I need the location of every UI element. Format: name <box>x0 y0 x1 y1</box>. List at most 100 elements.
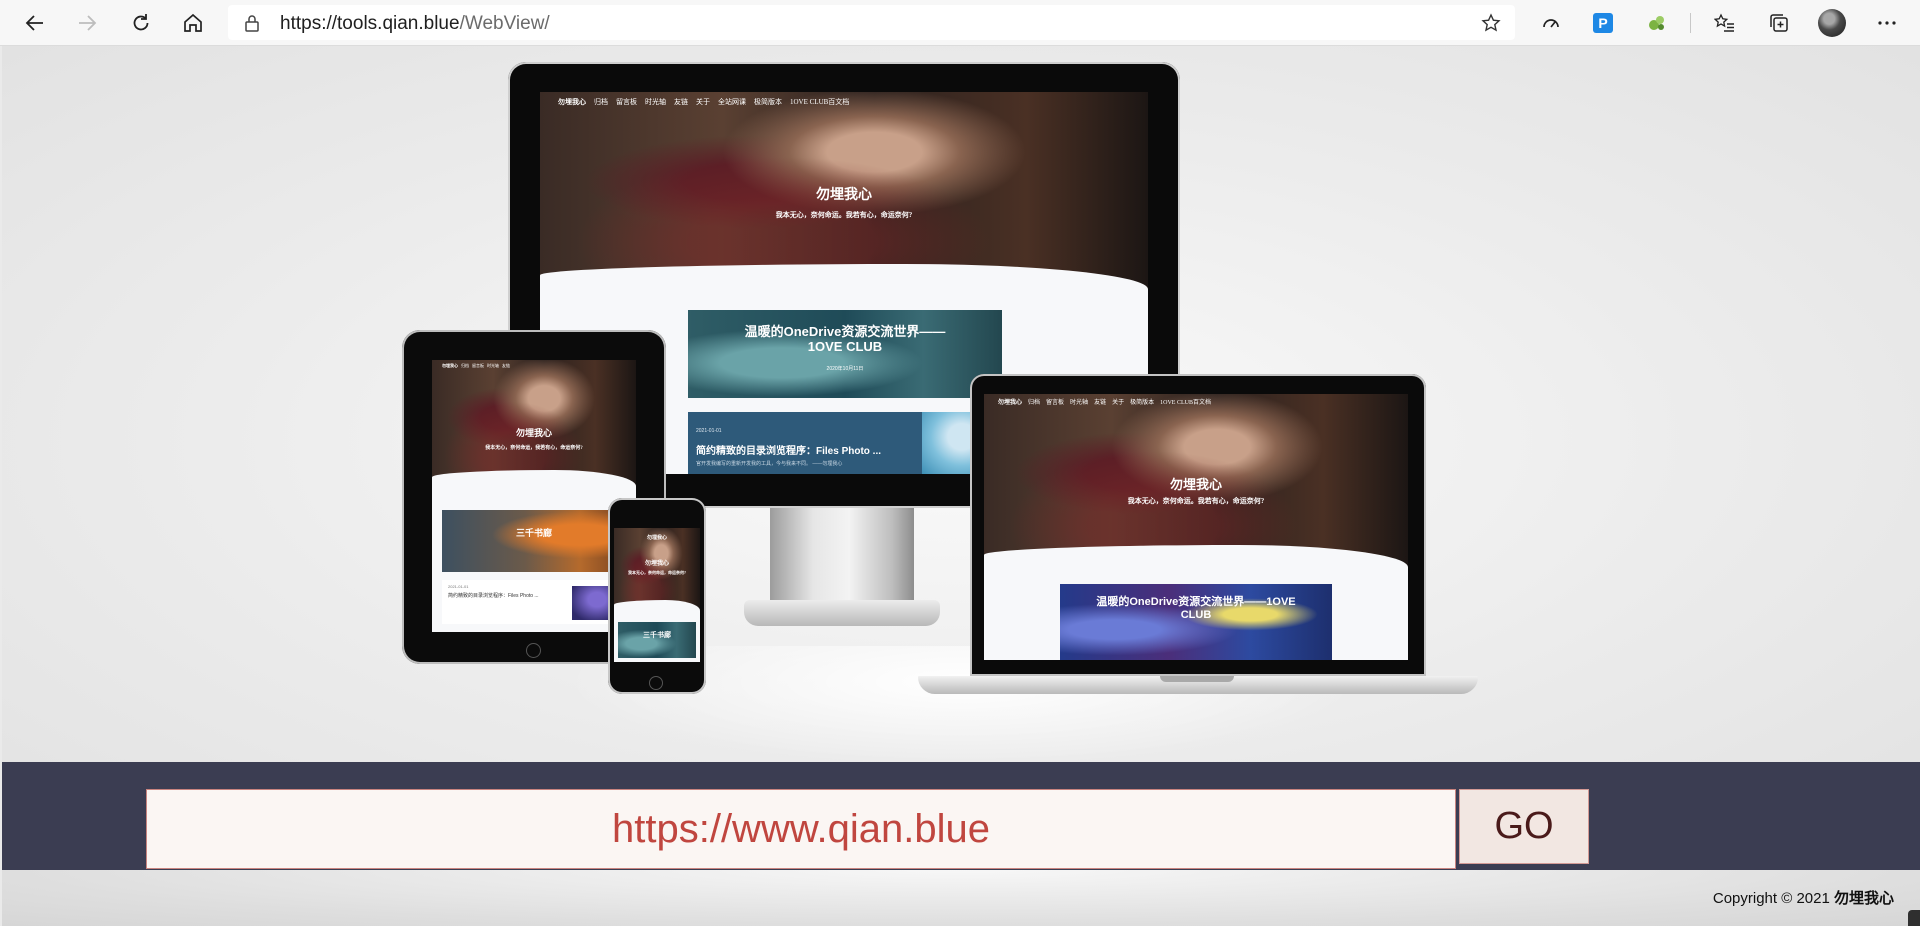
macbook-featured-title: 温暖的OneDrive资源交流世界——1OVE CLUB <box>1096 596 1296 621</box>
lock-icon <box>245 15 259 32</box>
ipad-post-card[interactable]: 2021-01-01 简约精致的目录浏览程序：Files Photo ... <box>442 580 626 624</box>
macbook-site-nav: 勿埋我心 归档 留言板 时光轴 友链 关于 极简版本 1OVE CLUB百文档 <box>984 394 1408 408</box>
favorites-button[interactable] <box>1708 6 1742 40</box>
favorite-star-icon[interactable] <box>1481 13 1501 33</box>
macbook-nav-docs[interactable]: 1OVE CLUB百文档 <box>1160 397 1211 406</box>
more-menu-button[interactable] <box>1870 6 1904 40</box>
iphone-hero: 勿埋我心 勿埋我心 我本无心，奈何命运，命运奈何? <box>614 528 700 612</box>
post-date: 2021-01-01 <box>696 428 722 434</box>
macbook-featured-card[interactable]: 温暖的OneDrive资源交流世界——1OVE CLUB <box>1060 584 1332 660</box>
imac-site-nav: 勿埋我心 归档 留言板 时光轴 友链 关于 全站网课 极简版本 1OVE CLU… <box>540 92 1148 112</box>
ipad-nav-timeline[interactable]: 时光轴 <box>487 363 499 369</box>
hero-wave <box>540 264 1148 292</box>
ipad-site-nav: 勿埋我心 归档 留言板 时光轴 友链 <box>432 360 636 372</box>
macbook-nav-archive[interactable]: 归档 <box>1028 397 1040 406</box>
corner-tab[interactable] <box>1908 910 1920 926</box>
macbook-hero-title: 勿埋我心 <box>1169 477 1222 492</box>
gauge-icon <box>1543 19 1559 28</box>
macbook-nav-timeline[interactable]: 时光轴 <box>1070 397 1088 406</box>
ipad-hero-wave <box>432 470 636 488</box>
post-title: 简约精致的目录浏览程序：Files Photo ... <box>696 446 882 457</box>
collections-button[interactable] <box>1762 6 1796 40</box>
nav-item-about[interactable]: 关于 <box>696 97 710 107</box>
refresh-button[interactable] <box>124 6 158 40</box>
extension-puzzle-button[interactable] <box>1640 6 1674 40</box>
ipad-hero: 勿埋我心 归档 留言板 时光轴 友链 勿埋我心 我本无心，奈何命运，我若有心，命… <box>432 360 636 488</box>
imac-featured-card[interactable]: 温暖的OneDrive资源交流世界——1OVE CLUB 2020年10月11日 <box>688 310 1002 398</box>
ipad-home-button <box>526 643 541 658</box>
url-host: https://tools.qian.blue <box>280 13 460 34</box>
extension-leaf-icon <box>1649 16 1664 30</box>
home-button[interactable] <box>176 6 210 40</box>
nav-item-lite[interactable]: 极简版本 <box>754 97 782 107</box>
iphone-hero-title: 勿埋我心 <box>644 561 669 567</box>
collections-icon <box>1770 14 1788 32</box>
page-footer: Copyright © 2021 勿埋我心 <box>2 870 1920 926</box>
ipad-nav-links[interactable]: 友链 <box>502 363 510 369</box>
ipad-post-date: 2021-01-01 <box>448 584 469 589</box>
iphone-banner-title: 三千书廊 <box>643 632 671 639</box>
back-arrow-icon <box>25 15 43 31</box>
ipad-post-title: 简约精致的目录浏览程序：Files Photo ... <box>448 593 539 599</box>
ipad-nav-guestbook[interactable]: 留言板 <box>472 363 484 369</box>
featured-card-meta: 2020年10月11日 <box>826 366 864 372</box>
macbook-hero-wave <box>984 545 1408 570</box>
post-excerpt: 官开发我编写的重新开发我的工具，今与我来不同。 ——勿埋我心 <box>696 461 843 467</box>
forward-button[interactable] <box>70 6 104 40</box>
iphone-nav-brand: 勿埋我心 <box>646 536 667 541</box>
imac-foot <box>744 600 940 626</box>
macbook-hero: 勿埋我心 归档 留言板 时光轴 友链 关于 极简版本 1OVE CLUB百文档 … <box>984 394 1408 570</box>
nav-item-docs[interactable]: 1OVE CLUB百文档 <box>790 97 849 107</box>
performance-button[interactable] <box>1534 6 1568 40</box>
ipad-banner-title: 三千书廊 <box>515 528 552 538</box>
imac-hero: 勿埋我心 归档 留言板 时光轴 友链 关于 全站网课 极简版本 1OVE CLU… <box>540 92 1148 292</box>
ipad-nav-archive[interactable]: 归档 <box>461 363 469 369</box>
back-button[interactable] <box>18 6 52 40</box>
nav-item-links[interactable]: 友链 <box>674 97 688 107</box>
more-dots-icon <box>1878 21 1896 25</box>
imac-post-card[interactable]: 2021-01-01 简约精致的目录浏览程序：Files Photo ... 官… <box>688 412 1002 474</box>
home-icon <box>184 13 202 32</box>
profile-avatar[interactable] <box>1818 9 1846 37</box>
iphone-screen: 勿埋我心 勿埋我心 我本无心，奈何命运，命运奈何? 三千书廊 <box>614 528 700 662</box>
macbook-nav-lite[interactable]: 极简版本 <box>1130 397 1154 406</box>
macbook-screen: 勿埋我心 归档 留言板 时光轴 友链 关于 极简版本 1OVE CLUB百文档 … <box>984 394 1408 660</box>
macbook-notch <box>1160 676 1234 682</box>
go-button[interactable]: GO <box>1459 789 1589 864</box>
nav-item-guestbook[interactable]: 留言板 <box>616 97 637 107</box>
iphone-hero-wave <box>614 600 700 612</box>
url-path: /WebView/ <box>459 13 550 34</box>
extension-p-icon: P <box>1593 13 1613 33</box>
macbook-hero-subtitle: 我本无心，奈何命运。我若有心，命运奈何? <box>1127 497 1265 505</box>
address-url[interactable]: https://tools.qian.blue/WebView/ <box>280 13 550 35</box>
macbook-nav-guestbook[interactable]: 留言板 <box>1046 397 1064 406</box>
imac-hero-title: 勿埋我心 <box>816 188 872 203</box>
extension-p-button[interactable]: P <box>1586 6 1620 40</box>
nav-brand[interactable]: 勿埋我心 <box>558 97 586 107</box>
preview-url-input[interactable] <box>146 789 1456 869</box>
favorites-list-icon <box>1714 13 1734 32</box>
nav-item-courses[interactable]: 全站网课 <box>718 97 746 107</box>
macbook-nav-about[interactable]: 关于 <box>1112 397 1124 406</box>
macbook-display: 勿埋我心 归档 留言板 时光轴 友链 关于 极简版本 1OVE CLUB百文档 … <box>970 374 1426 676</box>
forward-arrow-icon <box>79 15 97 31</box>
iphone-banner-card[interactable]: 三千书廊 <box>618 622 696 658</box>
featured-card-title: 温暖的OneDrive资源交流世界——1OVE CLUB <box>744 324 946 354</box>
ipad-nav-brand[interactable]: 勿埋我心 <box>442 363 458 369</box>
ipad-hero-subtitle: 我本无心，奈何命运，我若有心，命运奈何? <box>485 446 583 451</box>
toolbar-separator <box>1690 13 1691 33</box>
nav-item-archive[interactable]: 归档 <box>594 97 608 107</box>
nav-item-timeline[interactable]: 时光轴 <box>645 97 666 107</box>
iphone-home-button <box>649 676 663 690</box>
macbook-nav-brand[interactable]: 勿埋我心 <box>998 397 1022 406</box>
ipad-banner-card[interactable]: 三千书廊 <box>442 510 626 572</box>
address-bar[interactable]: https://tools.qian.blue/WebView/ <box>228 5 1515 40</box>
copyright-prefix: Copyright © 2021 <box>1712 890 1830 907</box>
copyright-text: Copyright © 2021 勿埋我心 <box>1713 887 1894 908</box>
macbook-nav-links[interactable]: 友链 <box>1094 397 1106 406</box>
imac-stand <box>770 508 914 608</box>
refresh-icon <box>133 14 149 31</box>
imac-hero-subtitle: 我本无心，奈何命运。我若有心，命运奈何? <box>775 211 913 219</box>
iphone-device: 勿埋我心 勿埋我心 我本无心，奈何命运，命运奈何? 三千书廊 <box>608 498 706 694</box>
copyright-owner[interactable]: 勿埋我心 <box>1834 890 1894 907</box>
